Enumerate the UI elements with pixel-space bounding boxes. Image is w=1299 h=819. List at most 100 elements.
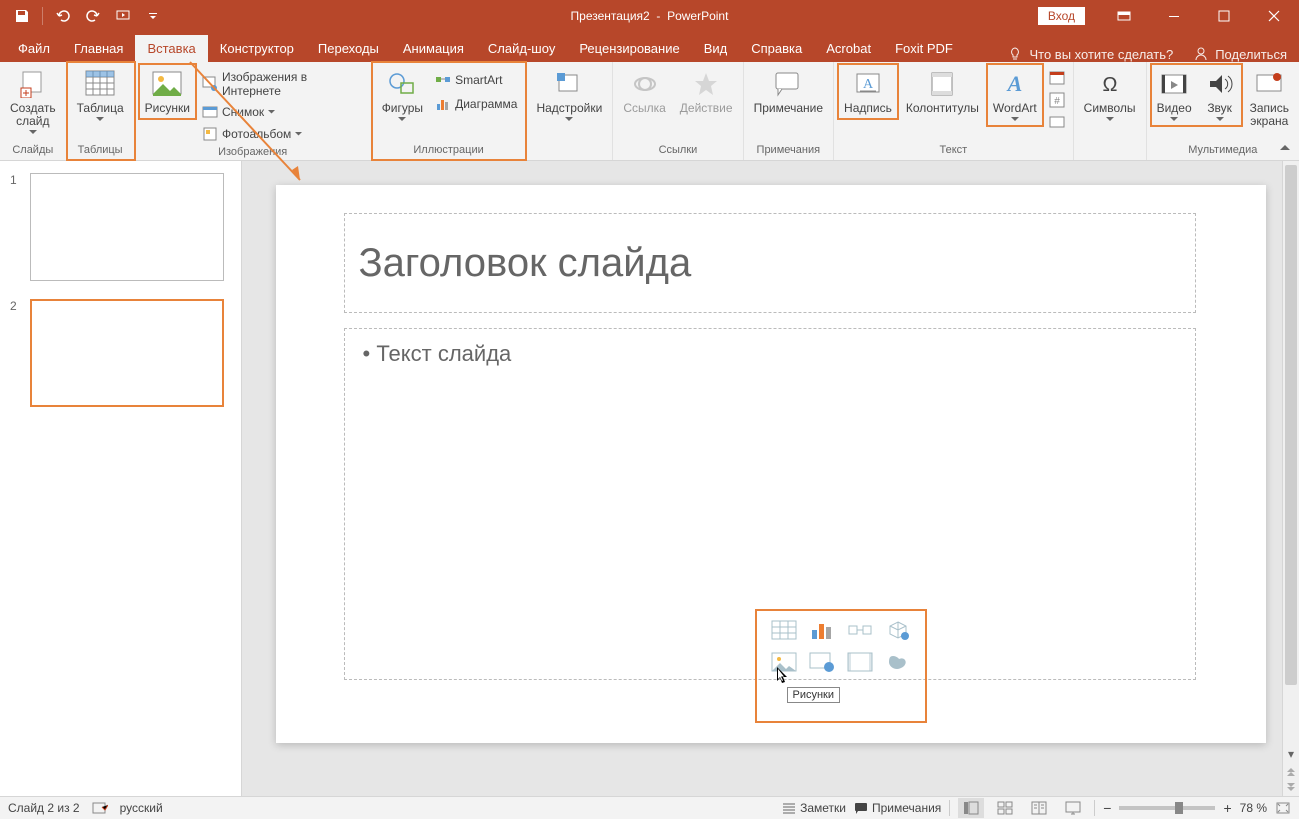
normal-view-button[interactable] — [958, 798, 984, 818]
scroll-down-button[interactable]: ▾ — [1283, 745, 1299, 762]
tab-foxit[interactable]: Foxit PDF — [883, 35, 965, 62]
tab-design[interactable]: Конструктор — [208, 35, 306, 62]
insert-video-icon[interactable] — [846, 651, 874, 673]
language-indicator[interactable]: русский — [120, 801, 163, 815]
chart-icon — [435, 96, 451, 112]
video-button[interactable]: Видео — [1151, 64, 1198, 126]
audio-button[interactable]: Звук — [1198, 64, 1242, 126]
shapes-button[interactable]: Фигуры — [376, 64, 429, 126]
vertical-scrollbar[interactable]: ▴ ▾ — [1282, 161, 1299, 796]
comment-button[interactable]: Примечание — [748, 64, 829, 119]
record-icon — [1253, 68, 1285, 100]
insert-chart-icon[interactable] — [808, 619, 836, 641]
screenshot-button[interactable]: Снимок — [198, 102, 367, 122]
insert-icon-icon[interactable] — [884, 651, 912, 673]
online-pictures-button[interactable]: Изображения в Интернете — [198, 68, 367, 100]
chart-button[interactable]: Диаграмма — [431, 94, 521, 114]
group-tables-label: Таблицы — [71, 142, 130, 160]
person-icon — [1193, 46, 1209, 62]
zoom-slider-handle[interactable] — [1175, 802, 1183, 814]
tab-help[interactable]: Справка — [739, 35, 814, 62]
slide-canvas[interactable]: Заголовок слайда • Текст слайда Рисунки — [276, 185, 1266, 743]
thumbnail-item[interactable]: 1 — [10, 173, 231, 281]
action-button[interactable]: Действие — [674, 64, 739, 119]
group-illustrations: Фигуры SmartArt Диаграмма Иллюстрации — [372, 62, 527, 160]
slideshow-view-button[interactable] — [1060, 798, 1086, 818]
tab-file[interactable]: Файл — [6, 35, 62, 62]
prev-slide-button[interactable] — [1283, 762, 1299, 779]
start-slideshow-button[interactable] — [109, 4, 137, 28]
notes-button[interactable]: Заметки — [782, 801, 846, 815]
screenshot-icon — [202, 104, 218, 120]
wordart-button[interactable]: A WordArt — [987, 64, 1043, 126]
headerfooter-label: Колонтитулы — [906, 102, 979, 115]
title-placeholder[interactable]: Заголовок слайда — [344, 213, 1196, 313]
tell-me-search[interactable]: Что вы хотите сделать? — [1007, 46, 1173, 62]
table-button[interactable]: Таблица — [71, 64, 130, 126]
tab-animations[interactable]: Анимация — [391, 35, 476, 62]
insert-3d-model-icon[interactable] — [884, 619, 912, 641]
slide-edit-area[interactable]: Заголовок слайда • Текст слайда Рисунки — [242, 161, 1299, 796]
lightbulb-icon — [1007, 46, 1023, 62]
tab-home[interactable]: Главная — [62, 35, 135, 62]
zoom-in-button[interactable]: + — [1223, 800, 1231, 816]
save-button[interactable] — [8, 4, 36, 28]
link-button[interactable]: Ссылка — [617, 64, 671, 119]
qat-customize-button[interactable] — [139, 4, 167, 28]
insert-table-icon[interactable] — [770, 619, 798, 641]
collapse-ribbon-button[interactable] — [1277, 140, 1293, 156]
screen-recording-button[interactable]: Запись экрана — [1244, 64, 1295, 132]
date-icon — [1049, 70, 1065, 86]
reading-view-button[interactable] — [1026, 798, 1052, 818]
object-icon — [1049, 114, 1065, 130]
headerfooter-button[interactable]: Колонтитулы — [900, 64, 985, 119]
object-button[interactable] — [1045, 112, 1069, 132]
insert-online-picture-icon[interactable] — [808, 651, 836, 673]
smartart-button[interactable]: SmartArt — [431, 70, 521, 90]
undo-button[interactable] — [49, 4, 77, 28]
workspace: 1 2 Заголовок слайда • Текст слайда — [0, 161, 1299, 796]
online-pictures-icon — [202, 76, 218, 92]
window-title: Презентация2 - PowerPoint — [571, 9, 729, 23]
next-slide-button[interactable] — [1283, 779, 1299, 796]
addins-button[interactable]: Надстройки — [530, 64, 608, 126]
slide-thumbnail-pane[interactable]: 1 2 — [0, 161, 242, 796]
slide-thumbnail-1[interactable] — [30, 173, 224, 281]
slide-number-button[interactable]: # — [1045, 90, 1069, 110]
tab-review[interactable]: Рецензирование — [567, 35, 691, 62]
minimize-button[interactable] — [1151, 0, 1197, 31]
close-button[interactable] — [1251, 0, 1297, 31]
spellcheck-icon[interactable] — [92, 801, 108, 815]
redo-button[interactable] — [79, 4, 107, 28]
textbox-button[interactable]: A Надпись — [838, 64, 898, 119]
fit-to-window-button[interactable] — [1275, 801, 1291, 815]
tab-acrobat[interactable]: Acrobat — [814, 35, 883, 62]
symbols-button[interactable]: Ω Символы — [1078, 64, 1142, 126]
slide-sorter-view-button[interactable] — [992, 798, 1018, 818]
zoom-slider[interactable] — [1119, 806, 1215, 810]
zoom-level[interactable]: 78 % — [1240, 801, 1267, 815]
maximize-button[interactable] — [1201, 0, 1247, 31]
date-time-button[interactable] — [1045, 68, 1069, 88]
body-placeholder[interactable]: • Текст слайда Рисунки — [344, 328, 1196, 680]
new-slide-button[interactable]: Создать слайд — [4, 64, 62, 139]
photo-album-button[interactable]: Фотоальбом — [198, 124, 367, 144]
link-icon — [629, 68, 661, 100]
signin-button[interactable]: Вход — [1038, 7, 1085, 25]
comments-button[interactable]: Примечания — [854, 801, 941, 815]
slide-indicator[interactable]: Слайд 2 из 2 — [8, 801, 80, 815]
insert-picture-icon[interactable] — [770, 651, 798, 673]
slide-thumbnail-2[interactable] — [30, 299, 224, 407]
thumbnail-item[interactable]: 2 — [10, 299, 231, 407]
scrollbar-thumb[interactable] — [1285, 165, 1297, 685]
zoom-out-button[interactable]: − — [1103, 800, 1111, 816]
tab-insert[interactable]: Вставка — [135, 35, 207, 62]
insert-smartart-icon[interactable] — [846, 619, 874, 641]
pictures-button[interactable]: Рисунки — [139, 64, 196, 119]
tab-view[interactable]: Вид — [692, 35, 740, 62]
tab-slideshow[interactable]: Слайд-шоу — [476, 35, 567, 62]
group-comments-label: Примечания — [748, 142, 829, 160]
ribbon-display-options-button[interactable] — [1101, 0, 1147, 31]
tab-transitions[interactable]: Переходы — [306, 35, 391, 62]
share-button[interactable]: Поделиться — [1193, 46, 1287, 62]
